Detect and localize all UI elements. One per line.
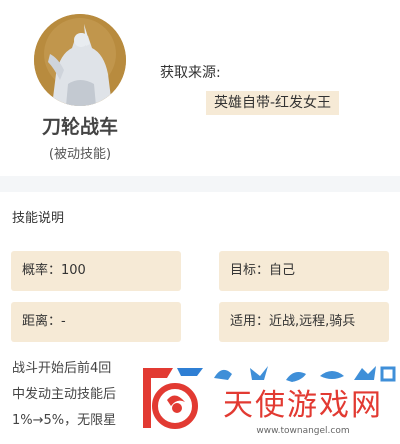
stat-target: 目标：自己 bbox=[219, 251, 389, 291]
watermark-text: 天使游戏网 bbox=[223, 388, 383, 423]
skill-avatar bbox=[34, 14, 126, 106]
skill-type: (被动技能) bbox=[48, 147, 112, 162]
stat-distance: 距离：- bbox=[11, 302, 181, 342]
stat-applicable: 适用：近战,远程,骑兵 bbox=[219, 302, 389, 342]
watermark-icons bbox=[208, 362, 398, 384]
skill-name: 刀轮战车 bbox=[41, 116, 118, 138]
skill-header: 刀轮战车 (被动技能) 获取来源: 英雄自带-红发女王 bbox=[0, 0, 400, 176]
watermark-url: www.townangel.com bbox=[256, 426, 350, 436]
section-title: 技能说明 bbox=[12, 211, 65, 226]
watermark-logo-icon bbox=[137, 360, 209, 436]
stat-probability: 概率：100 bbox=[11, 251, 181, 291]
source-label: 获取来源: bbox=[160, 65, 221, 81]
section-divider bbox=[0, 176, 400, 192]
source-tag[interactable]: 英雄自带-红发女王 bbox=[206, 91, 340, 115]
